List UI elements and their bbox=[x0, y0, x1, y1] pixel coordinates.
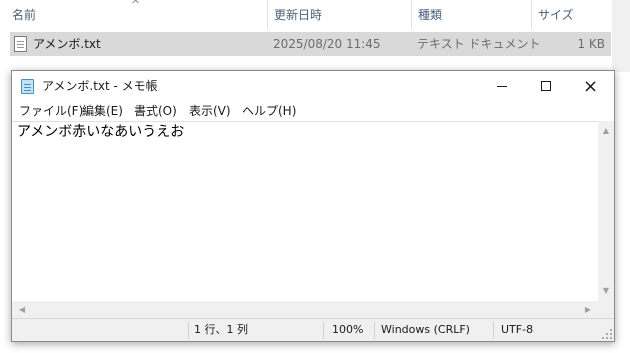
column-header-type[interactable]: 種類 bbox=[412, 0, 530, 30]
menu-edit[interactable]: 編集(E) bbox=[82, 102, 123, 121]
minimize-icon bbox=[496, 85, 507, 87]
line-ending: Windows (CRLF) bbox=[381, 323, 470, 336]
resize-grip-icon[interactable] bbox=[602, 329, 612, 339]
minimize-button[interactable] bbox=[479, 71, 524, 102]
status-bar: 1 行、1 列 100% Windows (CRLF) UTF-8 bbox=[12, 318, 614, 341]
maximize-button[interactable] bbox=[523, 71, 568, 102]
editor-content[interactable]: アメンボ赤いなあいうえお bbox=[17, 124, 184, 140]
scroll-up-arrow[interactable]: ▲ bbox=[598, 123, 614, 139]
file-explorer-list: 名前 ^ 更新日時 種類 サイズ アメンボ.txt 2025/08/20 11:… bbox=[0, 0, 630, 72]
menu-help[interactable]: ヘルプ(H) bbox=[242, 102, 296, 121]
close-icon: × bbox=[582, 76, 599, 97]
menu-file[interactable]: ファイル(F) bbox=[19, 102, 83, 121]
scroll-down-arrow[interactable]: ▼ bbox=[598, 283, 614, 299]
file-size: 1 KB bbox=[577, 37, 605, 51]
horizontal-scrollbar[interactable]: ◀ ▶ bbox=[12, 301, 598, 318]
file-name: アメンボ.txt bbox=[33, 37, 101, 51]
cursor-position: 1 行、1 列 bbox=[194, 323, 248, 336]
notepad-window: アメンボ.txt - メモ帳 × ファイル(F) 編集(E) 書式(O) 表示(… bbox=[11, 70, 615, 342]
scrollbar-corner bbox=[598, 301, 614, 318]
encoding: UTF-8 bbox=[501, 323, 534, 336]
scroll-left-arrow[interactable]: ◀ bbox=[14, 301, 30, 318]
menu-format[interactable]: 書式(O) bbox=[134, 102, 177, 121]
window-title: アメンボ.txt - メモ帳 bbox=[42, 79, 158, 93]
menu-bar: ファイル(F) 編集(E) 書式(O) 表示(V) ヘルプ(H) bbox=[12, 102, 614, 121]
status-divider bbox=[188, 322, 189, 339]
text-editor[interactable]: アメンボ赤いなあいうえお bbox=[12, 121, 598, 301]
close-button[interactable]: × bbox=[568, 71, 613, 102]
vertical-scrollbar[interactable]: ▲ ▼ bbox=[598, 121, 614, 301]
file-row-selected[interactable]: アメンボ.txt 2025/08/20 11:45 テキスト ドキュメント 1 … bbox=[10, 32, 611, 56]
column-header-bar: 名前 ^ 更新日時 種類 サイズ bbox=[0, 0, 612, 30]
file-modified-date: 2025/08/20 11:45 bbox=[273, 37, 381, 51]
zoom-level: 100% bbox=[332, 323, 364, 336]
notepad-icon[interactable] bbox=[21, 79, 34, 94]
text-file-icon bbox=[14, 36, 27, 52]
title-bar[interactable]: アメンボ.txt - メモ帳 × bbox=[12, 71, 614, 102]
status-divider bbox=[374, 322, 375, 339]
status-divider bbox=[493, 322, 494, 339]
status-divider bbox=[323, 322, 324, 339]
column-header-modified[interactable]: 更新日時 bbox=[268, 0, 410, 30]
sort-ascending-icon: ^ bbox=[131, 0, 141, 11]
explorer-scrollbar[interactable] bbox=[612, 0, 630, 72]
maximize-icon bbox=[540, 81, 551, 91]
scroll-right-arrow[interactable]: ▶ bbox=[580, 301, 596, 318]
column-header-size[interactable]: サイズ bbox=[532, 0, 610, 30]
file-type: テキスト ドキュメント bbox=[417, 37, 541, 51]
menu-view[interactable]: 表示(V) bbox=[189, 102, 231, 121]
